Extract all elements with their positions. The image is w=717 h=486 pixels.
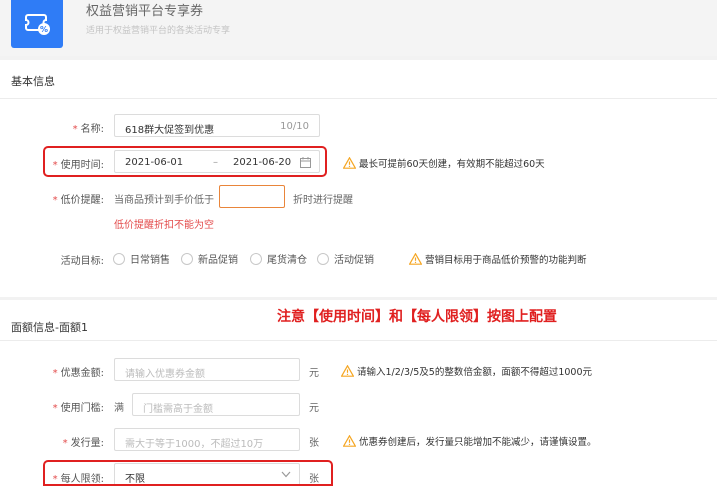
amount-input[interactable]: 请输入优惠券金额 (114, 358, 300, 381)
discount-input[interactable] (219, 185, 285, 208)
section-divider (0, 340, 717, 341)
issue-hint: 优惠券创建后，发行量只能增加不能减少，请谨慎设置。 (343, 434, 597, 448)
amount-label: * 优惠金额: (52, 368, 104, 379)
highlight-box-time (43, 146, 327, 177)
radio-clearance[interactable]: 尾货清仓 (250, 251, 307, 266)
low-price-label: * 低价提醒: (52, 195, 104, 206)
warning-icon (341, 365, 354, 377)
warning-icon (409, 253, 422, 265)
low-price-prefix: 当商品预计到手价低于 (114, 195, 214, 206)
svg-text:%: % (40, 25, 48, 34)
config-notice: 注意【使用时间】和【每人限领】按图上配置 (277, 309, 557, 325)
amount-hint: 请输入1/2/3/5及5的整数倍金额，面额不得超过1000元 (341, 364, 592, 378)
goal-label: 活动目标: (60, 256, 104, 267)
name-char-count: 10/10 (280, 121, 309, 132)
amount-info-panel: 面额信息-面额1 * 优惠金额: 请输入优惠券金额 元 请输入1/2/3/5及5的… (0, 300, 717, 486)
coupon-logo: % (11, 0, 63, 48)
goal-hint: 营销目标用于商品低价预警的功能判断 (409, 252, 587, 266)
name-label: * 名称: (72, 124, 104, 135)
radio-new-product[interactable]: 新品促销 (181, 251, 238, 266)
amount-info-title: 面额信息-面额1 (11, 321, 88, 334)
threshold-input[interactable]: 门槛需高于金额 (132, 393, 300, 416)
highlight-box-limit (43, 460, 333, 486)
radio-promotion[interactable]: 活动促销 (317, 251, 374, 266)
issue-unit: 张 (309, 438, 319, 449)
threshold-label: * 使用门槛: (52, 403, 104, 414)
warning-icon (343, 157, 356, 169)
threshold-unit: 元 (309, 403, 319, 414)
low-price-error: 低价提醒折扣不能为空 (114, 220, 214, 231)
coupon-percent-icon: % (25, 14, 50, 35)
threshold-prefix: 满 (114, 403, 124, 414)
coupon-type-header: % 权益营销平台专享券 适用于权益营销平台的各类活动专享 (0, 0, 717, 56)
warning-icon (343, 435, 356, 447)
issue-input[interactable]: 需大于等于1000，不超过10万 (114, 428, 300, 451)
coupon-type-subtitle: 适用于权益营销平台的各类活动专享 (86, 26, 231, 36)
basic-info-title: 基本信息 (11, 75, 55, 88)
radio-daily-sales[interactable]: 日常销售 (113, 251, 170, 266)
section-divider (0, 98, 717, 99)
coupon-type-title: 权益营销平台专享券 (86, 4, 204, 19)
low-price-suffix: 折时进行提醒 (293, 195, 353, 206)
issue-label: * 发行量: (62, 438, 104, 449)
amount-unit: 元 (309, 368, 319, 379)
basic-info-panel: 基本信息 * 名称: 618群大促签到优惠 10/10 * 使用时间: 2021-0… (0, 60, 717, 297)
name-input[interactable]: 618群大促签到优惠 10/10 (114, 114, 320, 137)
time-hint: 最长可提前60天创建，有效期不能超过60天 (343, 156, 545, 170)
